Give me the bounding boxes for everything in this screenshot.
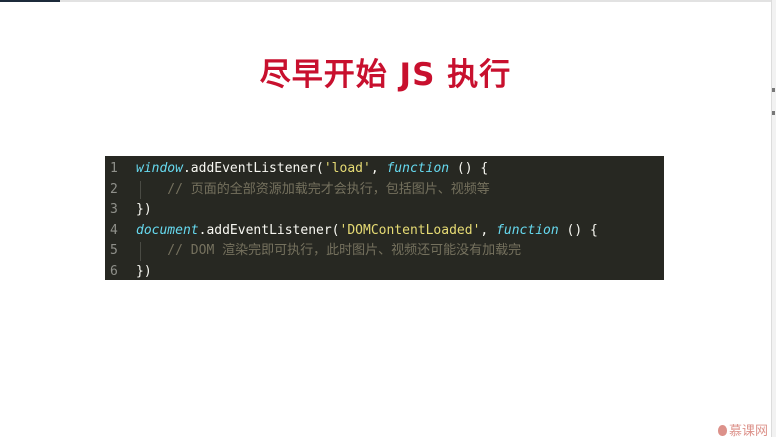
flame-icon bbox=[718, 425, 727, 436]
code-text: document.addEventListener('DOMContentLoa… bbox=[136, 221, 598, 242]
code-token: window bbox=[136, 161, 183, 176]
code-token: () { bbox=[558, 222, 598, 238]
code-token: .addEventListener( bbox=[198, 222, 340, 238]
code-line: 2 // 页面的全部资源加载完才会执行，包括图片、视频等 bbox=[105, 180, 664, 201]
code-token: // DOM 渲染完即可执行，此时图片、视频还可能没有加载完 bbox=[136, 243, 522, 258]
code-token: , bbox=[370, 161, 387, 176]
code-line: 1 window.addEventListener('load', functio… bbox=[105, 159, 664, 180]
code-block: 1 window.addEventListener('load', functio… bbox=[105, 156, 664, 280]
line-number: 2 bbox=[110, 181, 118, 197]
code-token: }) bbox=[136, 263, 152, 279]
code-line: 4 document.addEventListener('DOMContentLo… bbox=[105, 221, 664, 242]
code-token: 'DOMContentLoaded' bbox=[339, 222, 481, 238]
edge-marker bbox=[772, 88, 775, 92]
slide-title: 尽早开始 JS 执行 bbox=[259, 57, 512, 93]
edge-marker bbox=[772, 111, 775, 115]
code-token: }) bbox=[136, 202, 152, 217]
code-line: 5 // DOM 渲染完即可执行，此时图片、视频还可能没有加载完 bbox=[105, 241, 664, 262]
code-text: // DOM 渲染完即可执行，此时图片、视频还可能没有加载完 bbox=[136, 241, 521, 262]
code-text: // 页面的全部资源加载完才会执行，包括图片、视频等 bbox=[136, 180, 490, 201]
line-number: 1 bbox=[110, 161, 118, 176]
watermark: 慕课网 bbox=[718, 420, 768, 439]
code-token: document bbox=[136, 222, 199, 238]
line-number: 6 bbox=[110, 263, 118, 279]
code-token: .addEventListener( bbox=[182, 161, 324, 176]
code-token: // 页面的全部资源加载完才会执行，包括图片、视频等 bbox=[136, 181, 490, 197]
code-text: }) bbox=[136, 262, 152, 283]
code-token: function bbox=[386, 161, 450, 176]
line-number: 3 bbox=[110, 202, 118, 217]
code-line: 3}) bbox=[105, 200, 664, 221]
code-text: window.addEventListener('load', function… bbox=[136, 159, 488, 180]
code-token: , bbox=[480, 222, 497, 238]
code-line: 6}) bbox=[105, 262, 664, 283]
code-text: }) bbox=[136, 200, 152, 221]
scrollbar-edge[interactable] bbox=[771, 0, 776, 437]
code-token: 'load' bbox=[323, 161, 371, 176]
line-number: 4 bbox=[110, 222, 118, 238]
slide: 尽早开始 JS 执行 1 window.addEventListener('loa… bbox=[0, 2, 771, 439]
line-number: 5 bbox=[110, 243, 118, 258]
code-token: function bbox=[496, 222, 559, 238]
code-token: () { bbox=[449, 161, 489, 176]
